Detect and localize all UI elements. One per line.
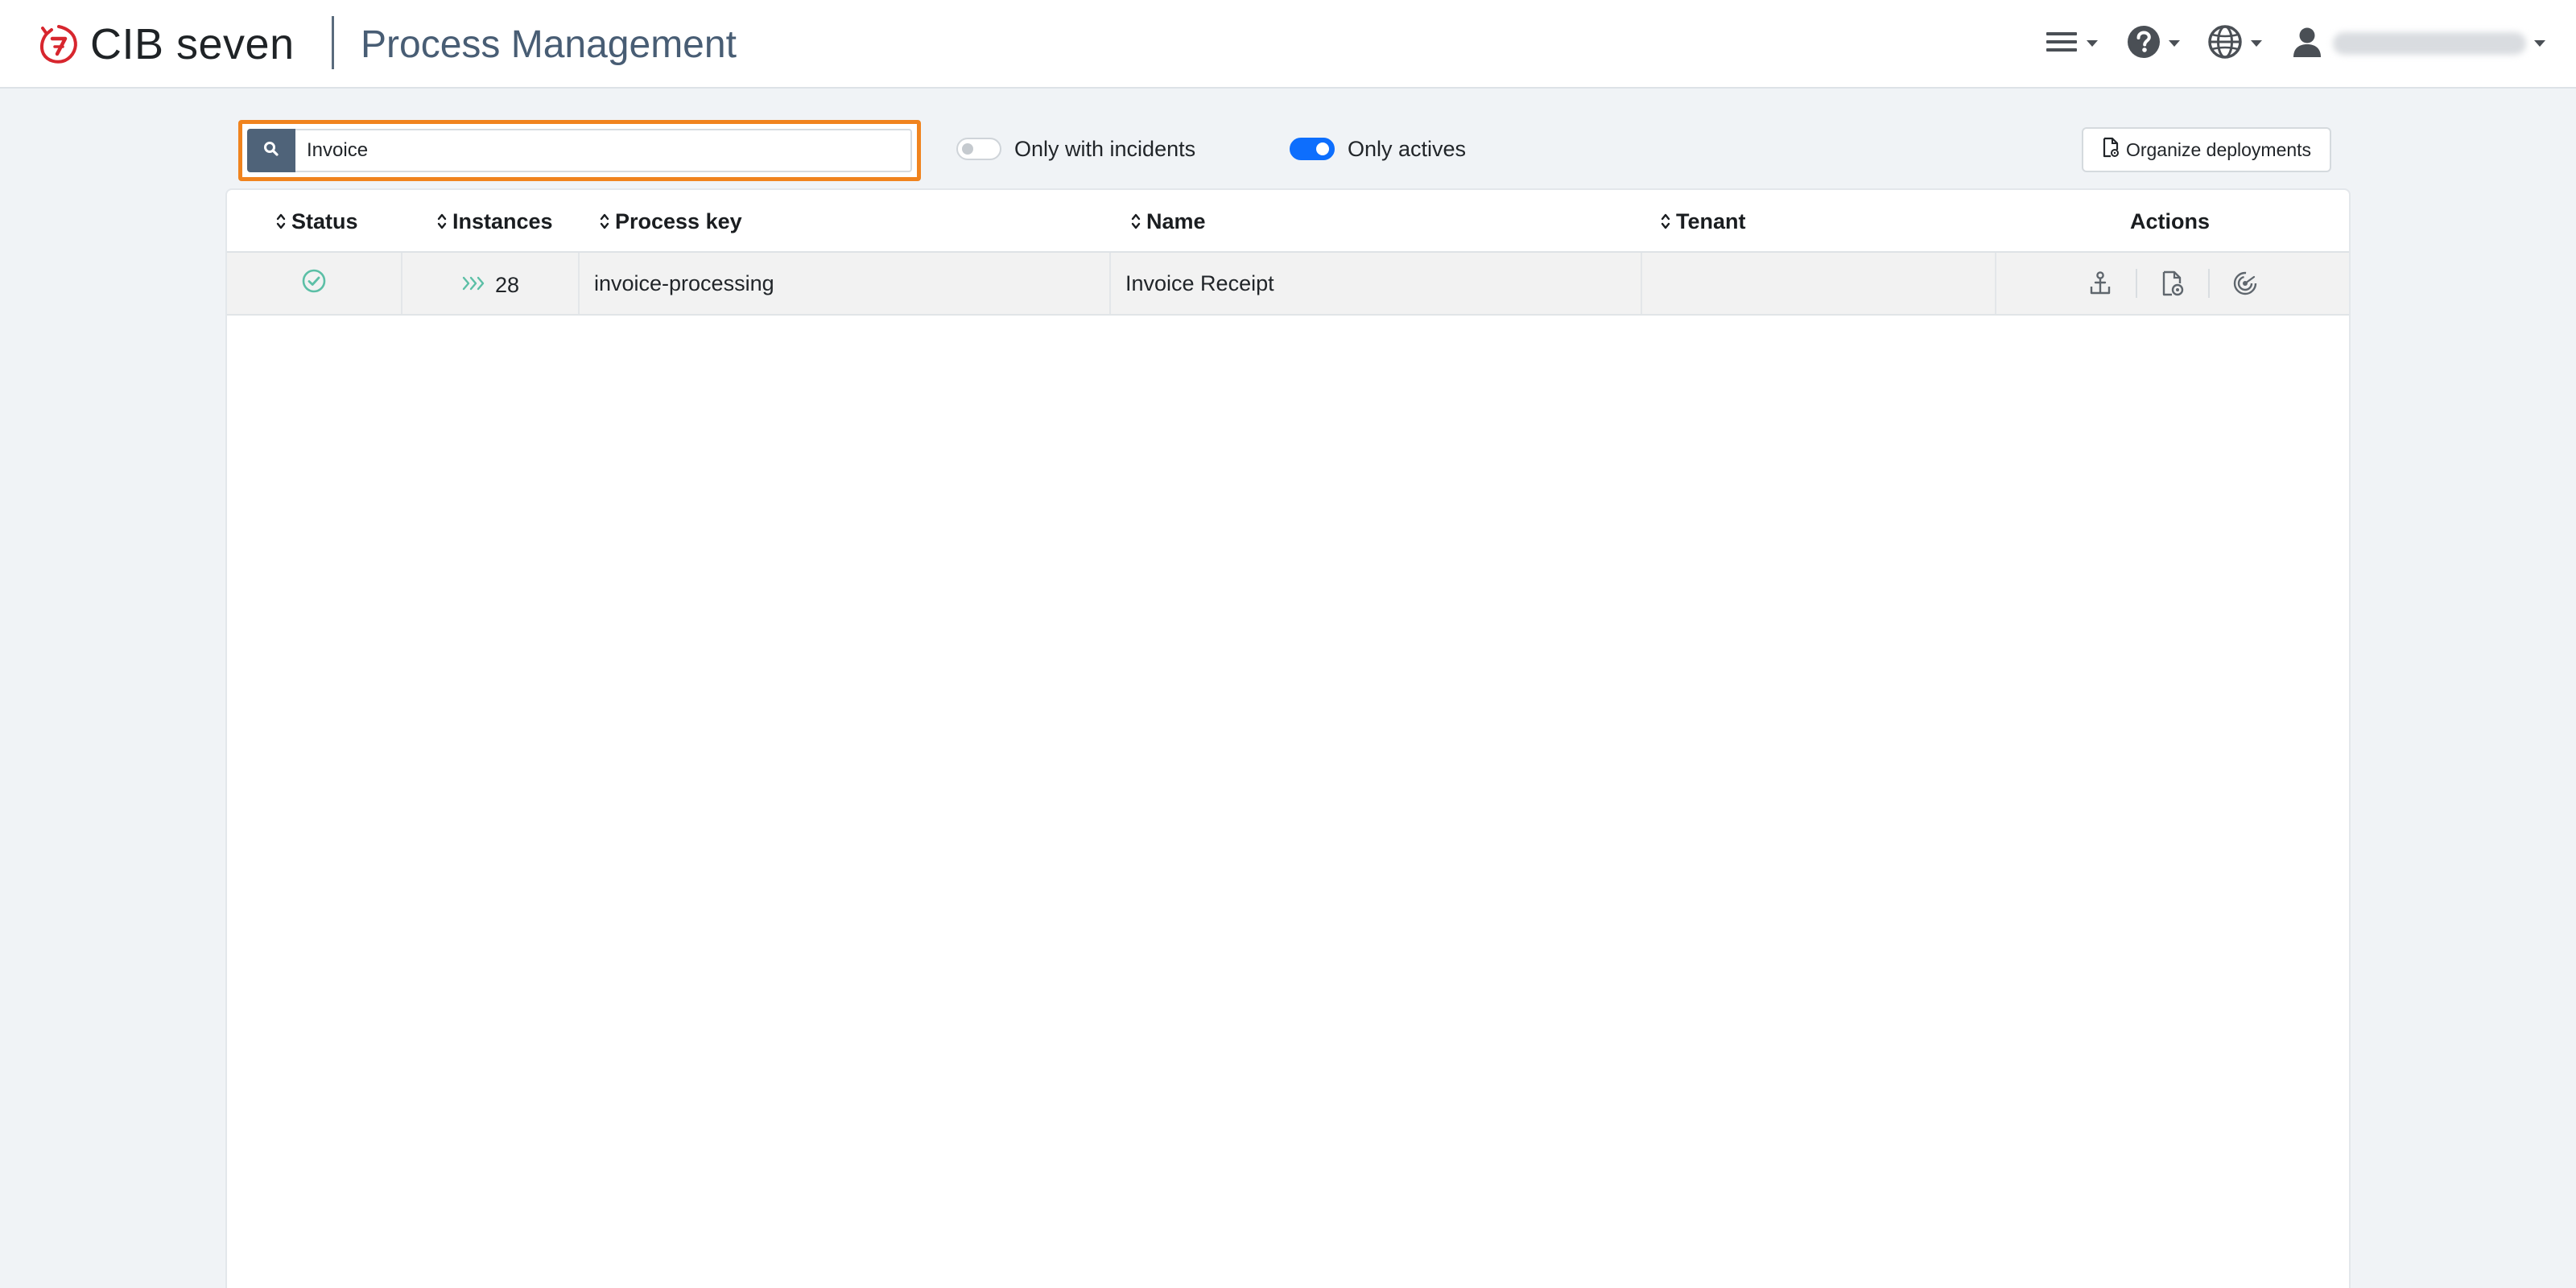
column-header-instances[interactable]: Instances: [436, 190, 553, 253]
user-dropdown[interactable]: [2293, 26, 2545, 61]
cib-seven-logo-icon: [37, 23, 80, 66]
only-actives-toggle[interactable]: Only actives: [1290, 137, 1466, 161]
column-header-process-key[interactable]: Process key: [599, 190, 742, 253]
action-divider: [2208, 269, 2210, 298]
instances-count: 28: [494, 272, 520, 297]
only-actives-label: Only actives: [1348, 136, 1467, 161]
column-label: Status: [291, 208, 358, 233]
brand[interactable]: CIB seven: [37, 19, 295, 69]
column-header-status[interactable]: Status: [275, 190, 358, 253]
search-button[interactable]: [247, 129, 295, 172]
instances-cell[interactable]: 28: [402, 253, 580, 314]
only-incidents-label: Only with incidents: [1014, 136, 1196, 161]
file-settings-icon: [2102, 137, 2126, 163]
table-row[interactable]: 28 invoice-processing Invoice Receipt: [227, 253, 2349, 316]
sort-icon: [599, 212, 610, 231]
column-label: Tenant: [1676, 208, 1746, 233]
process-table: Status Instances Process key Name Tenant: [225, 188, 2351, 1288]
search-input[interactable]: [295, 129, 912, 172]
chevrons-right-icon: [461, 275, 487, 292]
chevron-down-icon: [2251, 40, 2262, 47]
table-header: Status Instances Process key Name Tenant: [227, 190, 2349, 253]
language-dropdown[interactable]: [2207, 24, 2262, 64]
switch-track[interactable]: [956, 138, 1001, 160]
column-header-tenant[interactable]: Tenant: [1660, 190, 1746, 253]
check-circle-icon: [301, 268, 327, 299]
name-cell: Invoice Receipt: [1111, 253, 1642, 314]
top-navbar: CIB seven Process Management: [0, 0, 2576, 89]
chevron-down-icon: [2087, 40, 2098, 47]
user-name: [2333, 32, 2526, 55]
switch-track[interactable]: [1290, 138, 1335, 160]
organize-deployments-label: Organize deployments: [2125, 138, 2312, 160]
column-header-name[interactable]: Name: [1130, 190, 1206, 253]
chevron-down-icon: [2169, 40, 2180, 47]
globe-icon: [2207, 24, 2243, 64]
column-header-actions: Actions: [2130, 190, 2210, 253]
sort-icon: [1130, 212, 1141, 231]
process-name: Invoice Receipt: [1125, 270, 1274, 295]
brand-name: CIB seven: [90, 20, 295, 68]
column-label: Name: [1146, 208, 1206, 233]
process-key: invoice-processing: [594, 270, 774, 295]
user-icon: [2293, 27, 2322, 61]
actions-cell: [1996, 253, 2349, 314]
nav-right: [2013, 0, 2576, 87]
search-icon: [263, 141, 279, 161]
action-divider: [2136, 269, 2137, 298]
sort-icon: [436, 212, 448, 231]
column-label: Actions: [2130, 208, 2211, 233]
page-title: Process Management: [361, 23, 737, 66]
help-dropdown[interactable]: [2127, 25, 2180, 63]
menu-dropdown[interactable]: [2046, 26, 2098, 61]
column-label: Process key: [615, 208, 742, 233]
radar-icon[interactable]: [2227, 266, 2263, 301]
hamburger-icon: [2046, 30, 2079, 58]
sort-icon: [275, 212, 287, 231]
sort-icon: [1660, 212, 1671, 231]
process-key-cell: invoice-processing: [580, 253, 1111, 314]
status-cell: [227, 253, 402, 314]
column-label: Instances: [452, 208, 553, 233]
chevron-down-icon: [2534, 40, 2545, 47]
file-view-icon[interactable]: [2155, 266, 2190, 301]
anchor-icon[interactable]: [2083, 266, 2118, 301]
brand-divider: [332, 16, 334, 69]
only-incidents-toggle[interactable]: Only with incidents: [956, 137, 1195, 161]
tenant-cell: [1642, 253, 1996, 314]
help-circle-icon: [2127, 25, 2161, 63]
organize-deployments-button[interactable]: Organize deployments: [2082, 127, 2331, 172]
search-box: [238, 120, 921, 181]
